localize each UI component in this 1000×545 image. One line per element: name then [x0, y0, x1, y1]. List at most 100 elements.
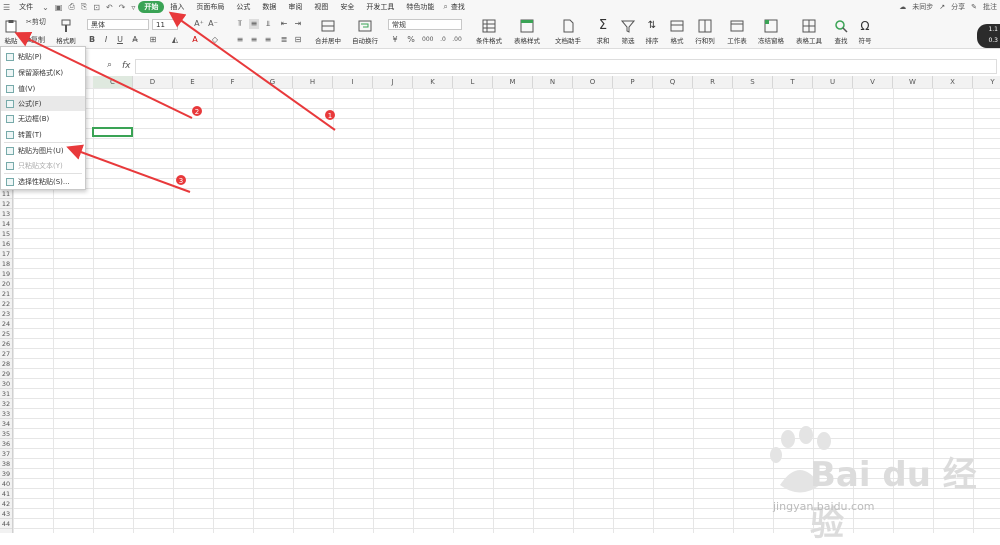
- symbol-button[interactable]: Ω 符号: [855, 17, 875, 47]
- row-header-cell[interactable]: 24: [0, 319, 12, 329]
- save-icon[interactable]: ▣: [52, 3, 66, 12]
- sum-button[interactable]: Σ 求和: [593, 17, 613, 47]
- chevron-down-icon[interactable]: ⌄: [39, 3, 52, 12]
- font-family-select[interactable]: 黑体: [87, 19, 149, 30]
- tab-data[interactable]: 数据: [256, 2, 282, 12]
- percent-icon[interactable]: %: [406, 35, 416, 45]
- row-header-cell[interactable]: 31: [0, 389, 12, 399]
- row-header-cell[interactable]: 11: [0, 189, 12, 199]
- column-header-cell[interactable]: E: [173, 76, 213, 88]
- merge-center-button[interactable]: 合并居中: [310, 17, 346, 47]
- print-preview-icon[interactable]: ⊡: [90, 3, 103, 12]
- sort-button[interactable]: ⇅ 排序: [642, 17, 662, 47]
- column-header-cell[interactable]: X: [933, 76, 973, 88]
- row-header-cell[interactable]: 29: [0, 369, 12, 379]
- italic-icon[interactable]: I: [101, 35, 111, 45]
- row-header-cell[interactable]: 19: [0, 269, 12, 279]
- column-header-cell[interactable]: S: [733, 76, 773, 88]
- column-header-cell[interactable]: D: [133, 76, 173, 88]
- row-header-cell[interactable]: 42: [0, 499, 12, 509]
- file-menu[interactable]: 文件: [13, 2, 39, 12]
- row-header-cell[interactable]: 41: [0, 489, 12, 499]
- font-size-select[interactable]: 11: [152, 19, 178, 30]
- column-header-cell[interactable]: N: [533, 76, 573, 88]
- tab-view[interactable]: 视图: [308, 2, 334, 12]
- font-color-icon[interactable]: A: [190, 35, 200, 45]
- format-painter-button[interactable]: 格式刷: [54, 17, 78, 47]
- print-icon[interactable]: ⎘: [78, 2, 90, 12]
- row-header-cell[interactable]: 35: [0, 429, 12, 439]
- paste-menu-item[interactable]: 公式(F): [1, 96, 85, 111]
- paste-menu-item[interactable]: 选择性粘贴(S)...: [1, 174, 85, 189]
- row-header-cell[interactable]: 16: [0, 239, 12, 249]
- paste-menu-item[interactable]: 粘贴(P): [1, 49, 85, 64]
- tab-insert[interactable]: 插入: [164, 2, 190, 12]
- paste-menu-item[interactable]: 转置(T): [1, 127, 85, 142]
- distributed-icon[interactable]: ⊟: [293, 35, 303, 45]
- search-icon[interactable]: ⌕: [440, 2, 450, 12]
- column-header-cell[interactable]: R: [693, 76, 733, 88]
- align-center-icon[interactable]: ≡: [249, 35, 259, 45]
- underline-icon[interactable]: U: [115, 35, 125, 45]
- doc-helper-button[interactable]: 文档助手: [553, 17, 583, 47]
- row-header-cell[interactable]: 43: [0, 509, 12, 519]
- paste-button[interactable]: 粘贴: [2, 17, 20, 47]
- tab-review[interactable]: 审阅: [282, 2, 308, 12]
- column-header-cell[interactable]: K: [413, 76, 453, 88]
- column-header-cell[interactable]: P: [613, 76, 653, 88]
- row-header-cell[interactable]: 12: [0, 199, 12, 209]
- row-header-cell[interactable]: 37: [0, 449, 12, 459]
- currency-icon[interactable]: ¥: [390, 35, 400, 45]
- find-button[interactable]: 查找: [831, 17, 851, 47]
- formula-input[interactable]: [135, 59, 997, 74]
- column-header-cell[interactable]: T: [773, 76, 813, 88]
- row-header-cell[interactable]: 17: [0, 249, 12, 259]
- cut-button[interactable]: ✂ 剪切: [26, 17, 46, 27]
- active-cell[interactable]: [92, 127, 133, 137]
- decrease-font-icon[interactable]: A⁻: [208, 19, 218, 29]
- row-header-cell[interactable]: 30: [0, 379, 12, 389]
- column-header-cell[interactable]: G: [253, 76, 293, 88]
- worksheet-button[interactable]: 工作表: [724, 17, 750, 47]
- border-icon[interactable]: ⊞: [148, 35, 158, 45]
- row-header-cell[interactable]: 36: [0, 439, 12, 449]
- row-header-cell[interactable]: 15: [0, 229, 12, 239]
- bold-icon[interactable]: B: [87, 35, 97, 45]
- indent-decrease-icon[interactable]: ⇤: [279, 19, 289, 29]
- column-header-cell[interactable]: U: [813, 76, 853, 88]
- column-header-cell[interactable]: Y: [973, 76, 1000, 88]
- strikethrough-icon[interactable]: A̶: [130, 35, 140, 45]
- column-header-cell[interactable]: O: [573, 76, 613, 88]
- number-format-select[interactable]: 常规: [388, 19, 462, 30]
- row-header-cell[interactable]: 25: [0, 329, 12, 339]
- column-header-cell[interactable]: J: [373, 76, 413, 88]
- sync-status[interactable]: 未同步: [909, 2, 936, 12]
- decimal-increase-icon[interactable]: .0: [438, 35, 448, 45]
- column-header-cell[interactable]: C: [93, 76, 133, 88]
- format-button[interactable]: 格式: [667, 17, 687, 47]
- search-label[interactable]: 查找: [451, 2, 471, 12]
- redo-icon[interactable]: ↷: [116, 3, 129, 12]
- freeze-panes-button[interactable]: 冻结窗格: [756, 17, 786, 47]
- row-header-cell[interactable]: 44: [0, 519, 12, 529]
- paste-menu-item[interactable]: 保留源格式(K): [1, 65, 85, 80]
- undo-icon[interactable]: ↶: [103, 3, 116, 12]
- column-header-cell[interactable]: I: [333, 76, 373, 88]
- align-middle-icon[interactable]: ≡: [249, 19, 259, 29]
- align-right-icon[interactable]: ≡: [263, 35, 273, 45]
- thousands-icon[interactable]: 000: [422, 35, 433, 45]
- paste-menu-item[interactable]: 无边框(B): [1, 111, 85, 126]
- justify-icon[interactable]: ≣: [279, 35, 289, 45]
- row-col-button[interactable]: 行和列: [692, 17, 718, 47]
- row-header-cell[interactable]: 21: [0, 289, 12, 299]
- decimal-decrease-icon[interactable]: .00: [452, 35, 462, 45]
- tab-home[interactable]: 开始: [138, 1, 165, 13]
- align-bottom-icon[interactable]: ⫫: [263, 19, 273, 29]
- row-header-cell[interactable]: 39: [0, 469, 12, 479]
- tab-developer[interactable]: 开发工具: [360, 2, 400, 12]
- row-header-cell[interactable]: 22: [0, 299, 12, 309]
- tab-page-layout[interactable]: 页面布局: [190, 2, 230, 12]
- tab-special[interactable]: 特色功能: [400, 2, 440, 12]
- paste-menu-item[interactable]: 值(V): [1, 81, 85, 96]
- increase-font-icon[interactable]: A⁺: [194, 19, 204, 29]
